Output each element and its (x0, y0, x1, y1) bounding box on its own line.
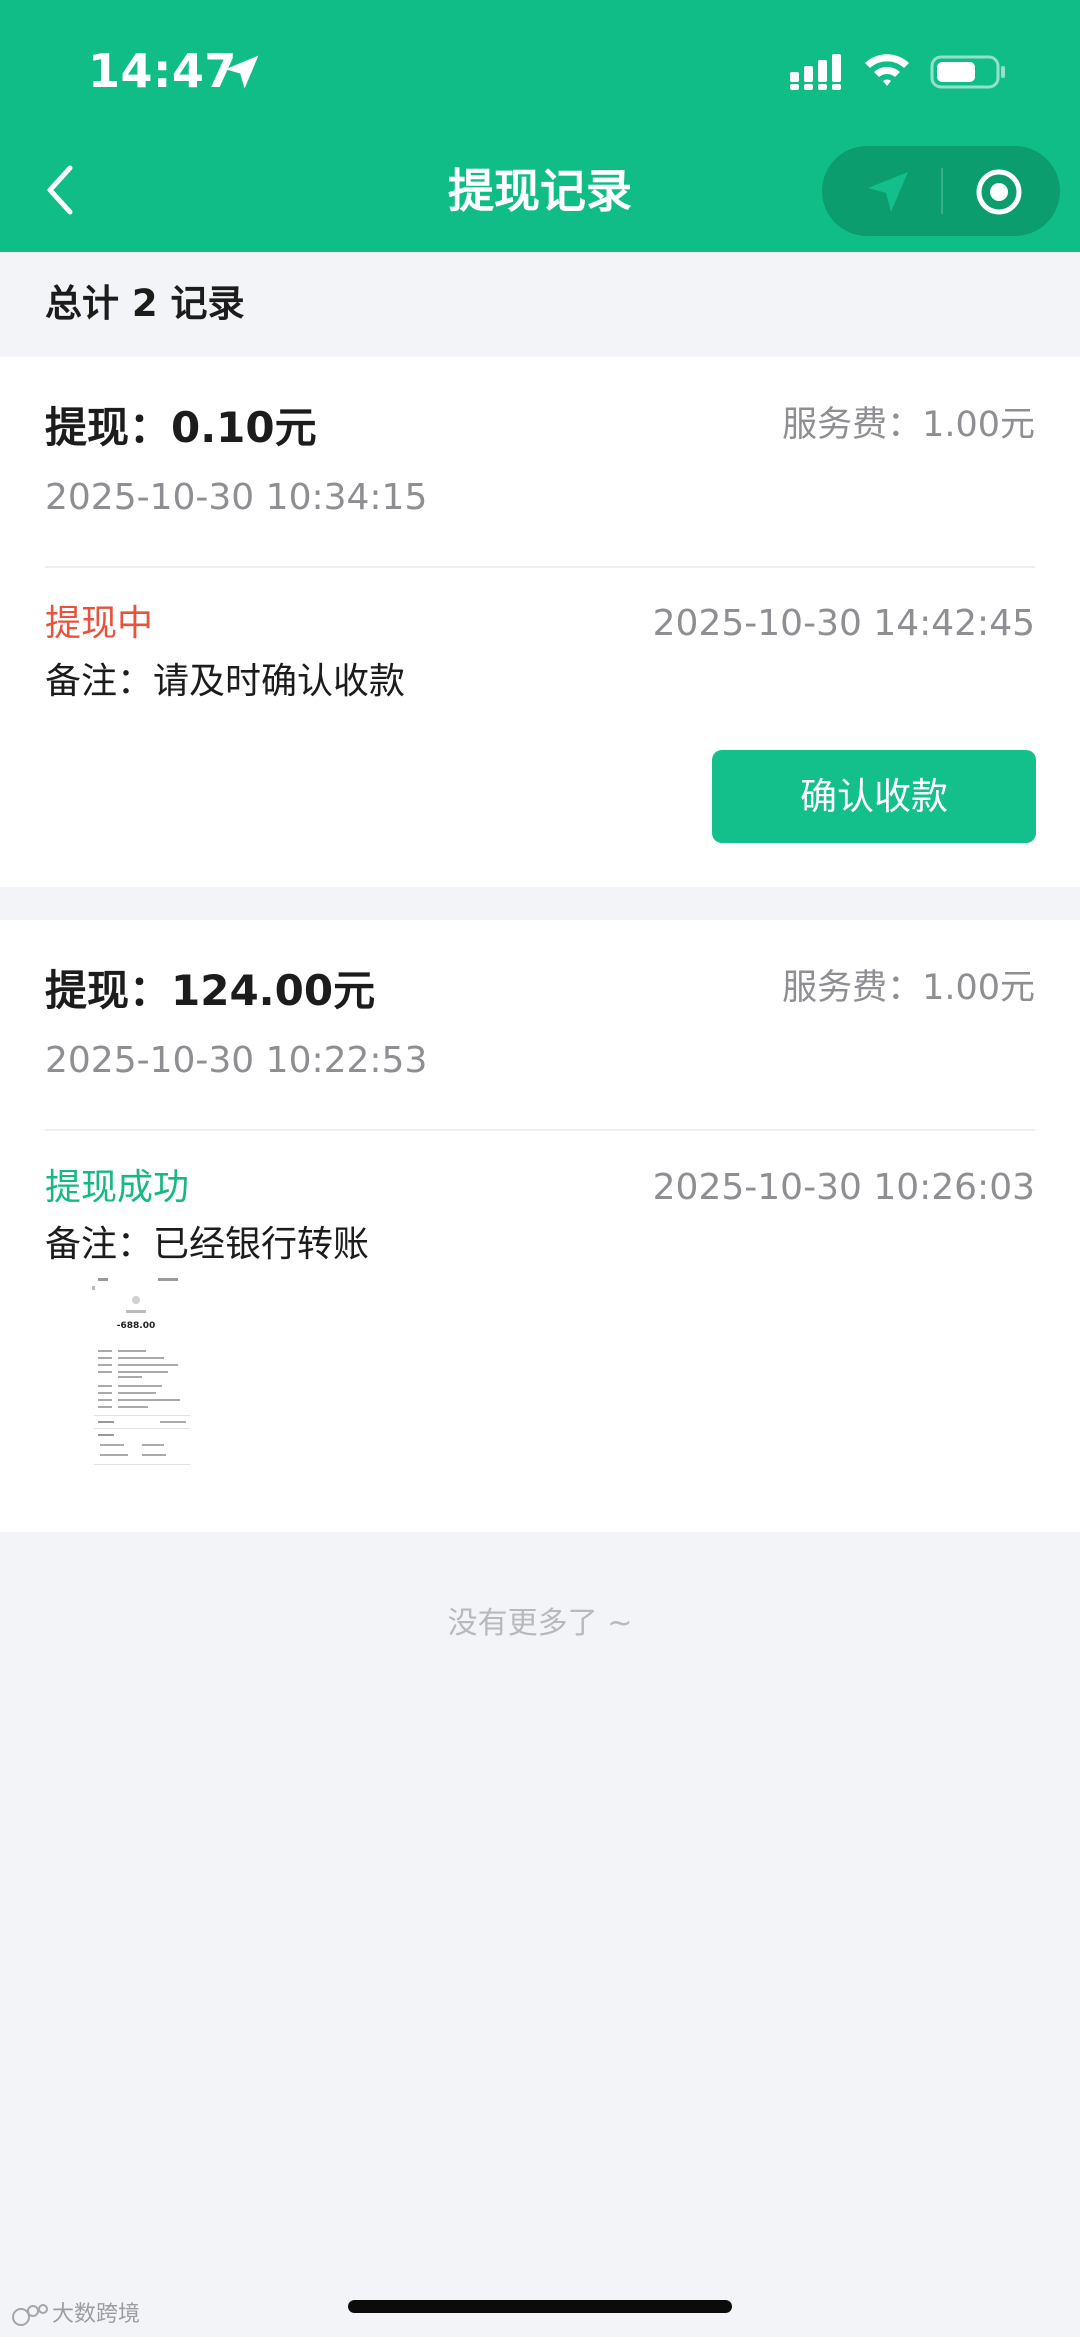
withdrawal-record-card: 提现：0.10元 服务费：1.00元 2025-10-30 10:34:15 提… (0, 357, 1080, 887)
created-time: 2025-10-30 10:34:15 (45, 477, 428, 518)
card-divider (45, 566, 1035, 568)
created-time: 2025-10-30 10:22:53 (45, 1040, 428, 1081)
remark-text: 备注：请及时确认收款 (45, 661, 406, 702)
status-badge: 提现成功 (45, 1167, 190, 1208)
updated-time: 2025-10-30 10:26:03 (652, 1167, 1035, 1208)
updated-time: 2025-10-30 14:42:45 (652, 603, 1035, 644)
capsule-divider (941, 168, 943, 214)
wifi-icon (865, 54, 909, 86)
receipt-amount: -688.00 (117, 1321, 155, 1331)
status-time: 14:47 (88, 44, 237, 98)
withdrawal-amount: 提现：124.00元 (45, 966, 376, 1015)
remark-text: 备注：已经银行转账 (45, 1224, 370, 1265)
mini-program-capsule (822, 146, 1060, 236)
service-fee: 服务费：1.00元 (782, 968, 1035, 1008)
watermark: 大数跨境 (10, 2298, 140, 2332)
target-circle-icon[interactable] (974, 167, 1024, 217)
no-more-text: 没有更多了 ~ (447, 1606, 633, 1641)
navigation-arrow-icon[interactable] (864, 168, 912, 216)
status-badge: 提现中 (45, 603, 154, 644)
withdrawal-record-card: 提现：124.00元 服务费：1.00元 2025-10-30 10:22:53… (0, 920, 1080, 1532)
top-bar: 14:47 提现记录 (0, 0, 1080, 252)
battery-icon (930, 55, 1005, 89)
withdrawal-amount: 提现：0.10元 (45, 403, 317, 452)
location-arrow-icon (225, 55, 259, 89)
confirm-receipt-button[interactable]: 确认收款 (712, 750, 1036, 843)
card-divider (45, 1129, 1035, 1131)
records-summary: 总计 2 记录 (45, 282, 245, 325)
home-indicator[interactable] (348, 2300, 732, 2313)
watermark-text: 大数跨境 (52, 2302, 141, 2327)
service-fee: 服务费：1.00元 (782, 405, 1035, 445)
receipt-screenshot-thumbnail[interactable]: -688.00 (88, 1272, 196, 1472)
cellular-signal-icon (790, 54, 841, 90)
watermark-logo (12, 2304, 48, 2326)
